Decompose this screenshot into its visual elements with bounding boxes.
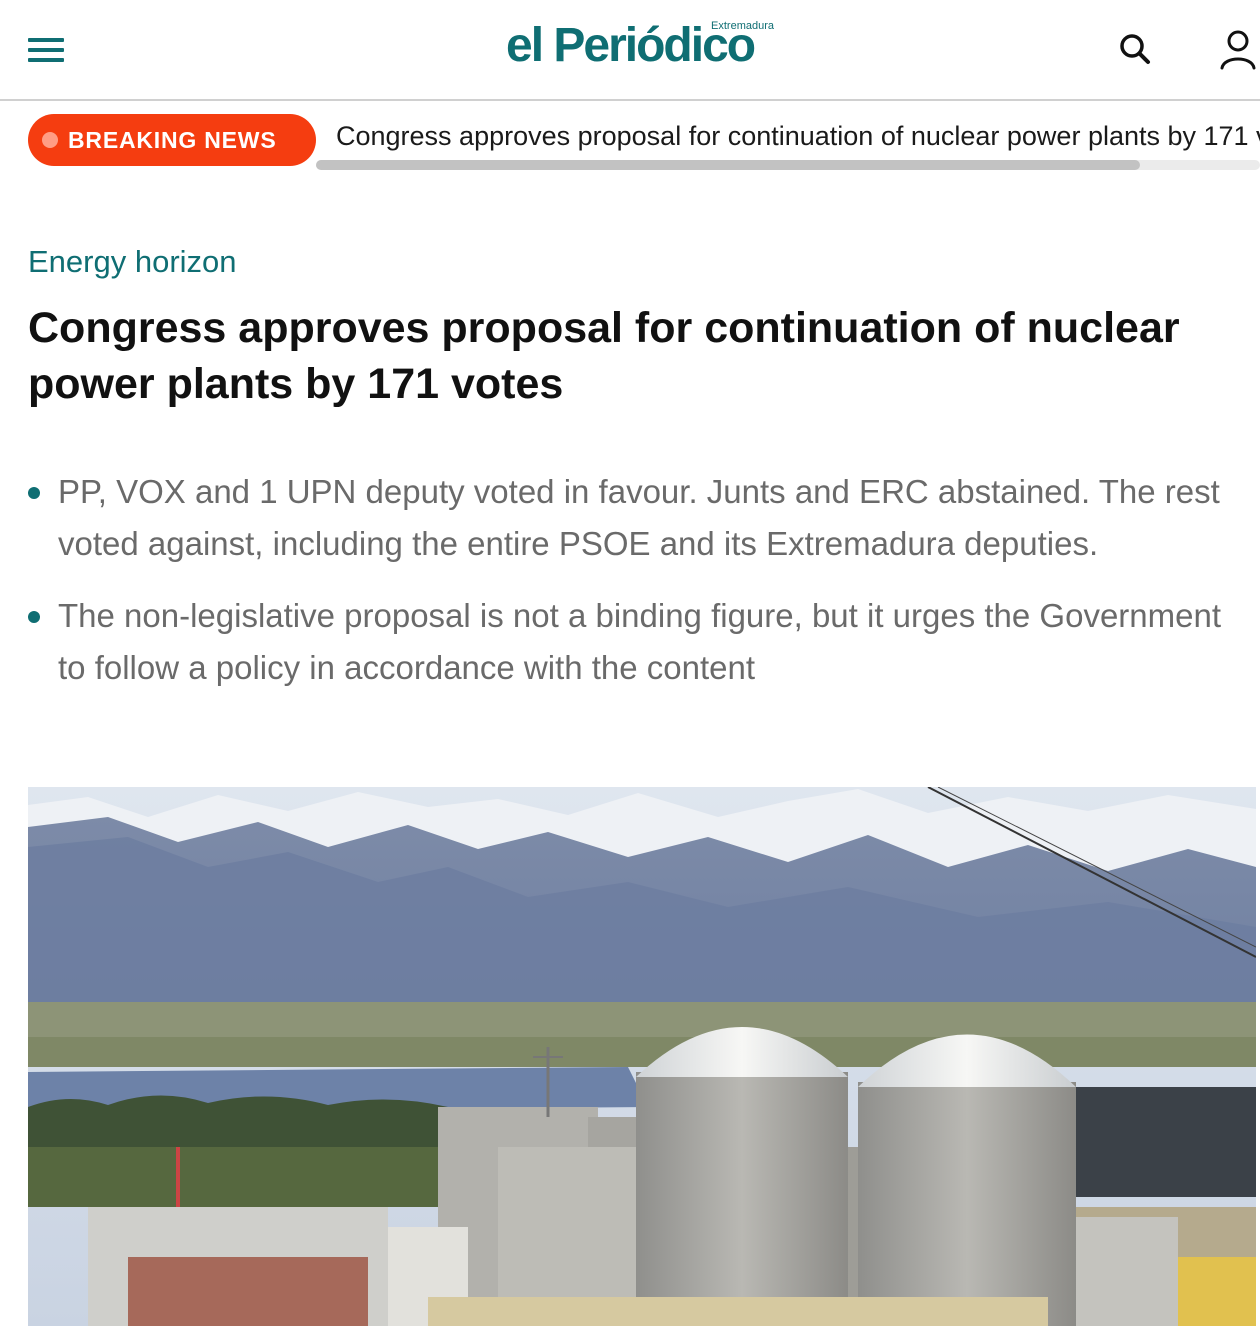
menu-line (28, 58, 64, 62)
logo-subtitle: Extremadura (711, 20, 774, 32)
article-title: Congress approves proposal for continuat… (28, 304, 1180, 408)
bullet-icon (28, 487, 40, 499)
hamburger-menu-icon[interactable] (28, 36, 66, 64)
breaking-news-badge[interactable]: BREAKING NEWS (28, 114, 316, 166)
summary-item: The non-legislative proposal is not a bi… (28, 590, 1248, 694)
search-icon[interactable] (1116, 30, 1156, 70)
summary-item: PP, VOX and 1 UPN deputy voted in favour… (28, 466, 1248, 570)
menu-line (28, 48, 64, 52)
ticker-scrollbar[interactable] (316, 160, 1140, 170)
summary-text: The non-legislative proposal is not a bi… (58, 597, 1222, 686)
user-icon[interactable] (1216, 28, 1260, 72)
section-link[interactable]: Energy horizon (28, 244, 237, 280)
summary-text: PP, VOX and 1 UPN deputy voted in favour… (58, 473, 1220, 562)
article-summary: PP, VOX and 1 UPN deputy voted in favour… (28, 466, 1248, 714)
live-dot-icon (42, 132, 58, 148)
breaking-news-label: BREAKING NEWS (68, 126, 277, 153)
bullet-icon (28, 611, 40, 623)
breaking-news-ticker[interactable]: Congress approves proposal for continuat… (336, 116, 1260, 156)
site-logo[interactable]: el Periódico Extremadura (506, 16, 778, 76)
menu-line (28, 38, 64, 42)
article-hero-image[interactable] (28, 787, 1256, 1326)
site-header: el Periódico Extremadura (0, 0, 1260, 101)
